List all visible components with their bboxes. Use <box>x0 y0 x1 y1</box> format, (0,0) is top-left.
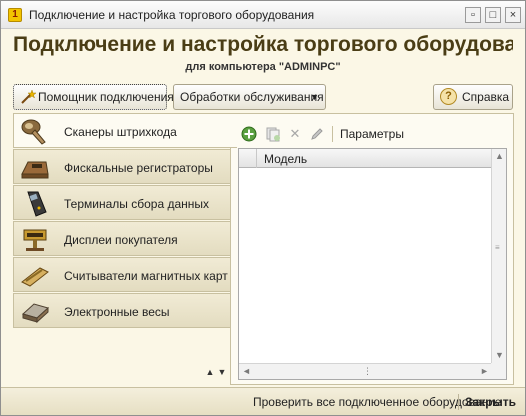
copy-icon[interactable] <box>265 126 281 142</box>
category-label: Электронные весы <box>64 305 170 319</box>
category-label: Терминалы сбора данных <box>64 197 210 211</box>
scroll-down-icon[interactable]: ▼ <box>216 366 228 378</box>
category-fiscal-registers[interactable]: Фискальные регистраторы <box>13 149 231 184</box>
scroll-down-icon[interactable]: ▼ <box>492 348 507 363</box>
app-1c-icon[interactable]: 1 <box>8 8 22 22</box>
category-customer-displays[interactable]: Дисплеи покупателя <box>13 221 231 256</box>
category-barcode-scanners[interactable]: Сканеры штрихкода <box>13 113 237 148</box>
fiscal-register-icon <box>21 161 49 179</box>
add-icon[interactable] <box>241 126 257 142</box>
maximize-button[interactable]: □ <box>485 7 501 23</box>
connection-assistant-button[interactable]: Помощник подключения <box>13 84 174 110</box>
close-button[interactable]: Закрыть <box>465 395 516 409</box>
scroll-grip-icon[interactable]: ⋮ <box>360 364 375 379</box>
scroll-left-icon[interactable]: ◄ <box>239 364 254 379</box>
page-title: Подключение и настройка торгового оборуд… <box>13 33 513 56</box>
maintenance-processing-dropdown[interactable]: Обработки обслуживания ▼ <box>173 84 326 110</box>
edit-icon[interactable] <box>309 126 325 142</box>
column-divider <box>256 149 257 168</box>
question-icon: ? <box>440 88 457 105</box>
page-subtitle: для компьютера "ADMINPC" <box>185 61 341 73</box>
footer-separator <box>458 394 459 410</box>
category-data-terminals[interactable]: Терминалы сбора данных <box>13 185 231 220</box>
title-bar[interactable]: 1 Подключение и настройка торгового обор… <box>1 1 525 29</box>
chevron-down-icon: ▼ <box>310 92 319 102</box>
parameters-button[interactable]: Параметры <box>340 127 404 141</box>
scroll-right-icon[interactable]: ► <box>477 364 492 379</box>
category-scroll-arrows: ▲ ▼ <box>204 364 232 378</box>
connection-window: 1 Подключение и настройка торгового обор… <box>0 0 526 416</box>
maintenance-processing-label: Обработки обслуживания <box>180 90 324 104</box>
connection-assistant-label: Помощник подключения <box>38 90 174 104</box>
card-reader-icon <box>21 267 49 287</box>
scrollbar-corner <box>491 363 506 379</box>
vertical-scrollbar[interactable]: ▲ ≡ ▼ <box>491 149 506 363</box>
category-electronic-scales[interactable]: Электронные весы <box>13 293 231 328</box>
category-label: Дисплеи покупателя <box>64 233 178 247</box>
help-label: Справка <box>462 90 510 104</box>
scroll-up-icon[interactable]: ▲ <box>204 366 216 378</box>
scroll-up-icon[interactable]: ▲ <box>492 149 507 164</box>
data-terminal-icon <box>27 191 47 217</box>
column-header-model[interactable]: Модель <box>264 152 307 166</box>
equipment-category-list: Сканеры штрихкода Фискальные регистратор… <box>13 113 237 385</box>
scales-icon <box>21 303 50 324</box>
toolbar-separator <box>332 126 333 142</box>
bottom-bar: Проверить все подключенное оборудование … <box>1 387 525 415</box>
equipment-table[interactable]: Модель ▲ ≡ ▼ ◄ ⋮ ► <box>238 148 507 380</box>
magic-wand-icon <box>21 89 36 104</box>
help-button[interactable]: ? Справка <box>433 84 513 110</box>
window-title: Подключение и настройка торгового оборуд… <box>29 8 315 22</box>
barcode-scanner-icon <box>21 119 46 145</box>
category-label: Фискальные регистраторы <box>64 161 213 175</box>
customer-display-icon <box>23 229 47 251</box>
category-card-readers[interactable]: Считыватели магнитных карт <box>13 257 231 292</box>
scroll-grip-icon[interactable]: ≡ <box>495 244 503 252</box>
minimize-button[interactable]: ▫ <box>465 7 481 23</box>
table-header: Модель <box>239 149 492 168</box>
category-label: Сканеры штрихкода <box>64 125 177 139</box>
horizontal-scrollbar[interactable]: ◄ ⋮ ► <box>239 363 492 379</box>
close-window-button[interactable]: × <box>505 7 521 23</box>
delete-icon[interactable]: ✕ <box>287 126 303 142</box>
equipment-panel: ✕ Параметры Модель ▲ ≡ ▼ ◄ ⋮ ► <box>230 113 514 385</box>
category-label: Считыватели магнитных карт <box>64 269 228 283</box>
